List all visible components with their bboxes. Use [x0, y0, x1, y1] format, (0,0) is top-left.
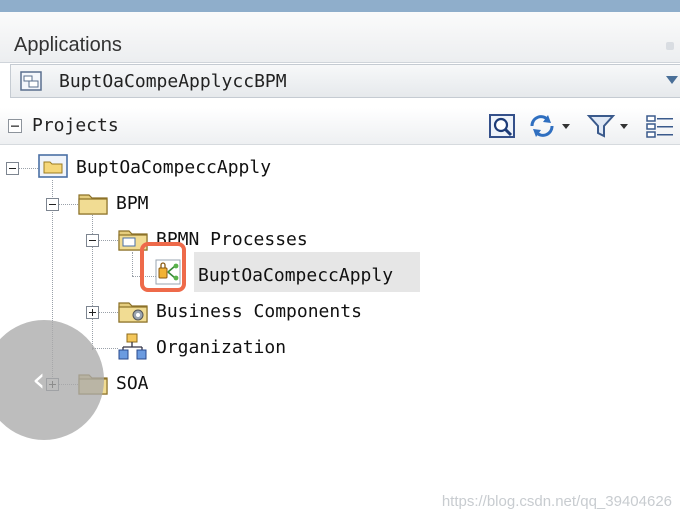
- tree-connector: [58, 204, 78, 205]
- tree-connector: [98, 312, 118, 313]
- expand-toggle[interactable]: [86, 306, 99, 319]
- tree-item-soa[interactable]: SOA: [116, 373, 149, 394]
- highlight-annotation: [140, 242, 186, 292]
- business-components-folder-icon: [118, 302, 148, 323]
- tree-item-process[interactable]: BuptOaCompeccApply: [198, 265, 393, 286]
- collapse-toggle[interactable]: [6, 162, 19, 175]
- applications-panel-header: Applications: [0, 12, 680, 63]
- application-icon: [20, 71, 42, 91]
- tree-item-bpm[interactable]: BPM: [116, 193, 149, 214]
- tree-item-business-components[interactable]: Business Components: [156, 301, 362, 322]
- projects-toolbar: Projects: [0, 108, 680, 145]
- window-top-bar: [0, 0, 680, 12]
- tree-connector: [98, 240, 118, 241]
- collapse-toggle[interactable]: [86, 234, 99, 247]
- tree-item-root[interactable]: BuptOaCompeccApply: [76, 157, 271, 178]
- tree-connector: [92, 348, 118, 349]
- tree-connector: [132, 252, 133, 276]
- tree-item-organization[interactable]: Organization: [156, 337, 286, 358]
- search-icon[interactable]: [488, 112, 518, 140]
- application-project-icon: [38, 154, 68, 178]
- chevron-left-icon[interactable]: ‹: [32, 363, 46, 397]
- panel-menu-handle[interactable]: [666, 42, 674, 50]
- collapse-toggle[interactable]: [46, 198, 59, 211]
- application-selector[interactable]: BuptOaCompeApplyccBPM: [10, 64, 680, 98]
- sync-icon[interactable]: [526, 112, 574, 140]
- collapse-icon[interactable]: [8, 119, 22, 133]
- projects-title: Projects: [32, 115, 119, 136]
- tree-connector: [18, 168, 38, 169]
- organization-icon: [118, 333, 147, 360]
- application-selector-value: BuptOaCompeApplyccBPM: [59, 71, 287, 92]
- options-icon[interactable]: [644, 112, 678, 140]
- back-navigation-button[interactable]: [0, 320, 104, 440]
- watermark: https://blog.csdn.net/qq_39404626: [441, 493, 672, 510]
- dropdown-arrow-icon[interactable]: [666, 76, 678, 84]
- panel-title: Applications: [14, 34, 122, 56]
- folder-icon: [78, 194, 108, 215]
- filter-icon[interactable]: [586, 112, 634, 140]
